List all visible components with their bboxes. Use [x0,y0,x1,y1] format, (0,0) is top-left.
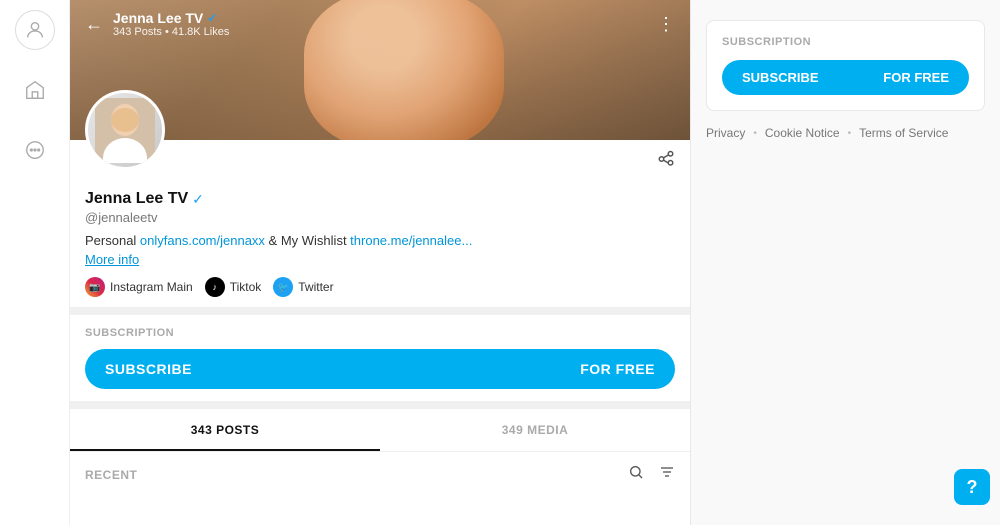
help-button[interactable]: ? [954,469,990,505]
right-subscribe-button[interactable]: SUBSCRIBE FOR FREE [722,60,969,95]
bio-link-throne[interactable]: throne.me/jennalee... [350,233,472,248]
instagram-icon: 📷 [85,277,105,297]
bio-text: Personal [85,233,140,248]
tiktok-icon: ♪ [205,277,225,297]
sidebar-icon-avatar[interactable] [15,10,55,50]
profile-bio: Personal onlyfans.com/jennaxx & My Wishl… [85,233,675,248]
right-subscribe-btn-right: FOR FREE [883,70,949,85]
profile-header-bar: ← Jenna Lee TV ✓ 343 Posts • 41.8K Likes… [70,0,690,48]
profile-name-row: Jenna Lee TV ✓ [85,190,675,208]
social-link-twitter[interactable]: 🐦 Twitter [273,277,333,297]
social-link-instagram[interactable]: 📷 Instagram Main [85,277,193,297]
right-subscription-box: SUBSCRIPTION SUBSCRIBE FOR FREE [706,20,985,111]
more-info-link[interactable]: More info [85,252,675,267]
header-name-text: Jenna Lee TV [113,10,203,26]
profile-section: ← Jenna Lee TV ✓ 343 Posts • 41.8K Likes… [70,0,690,525]
footer-cookie[interactable]: Cookie Notice [765,126,840,140]
tab-media[interactable]: 349 MEDIA [380,409,690,451]
footer-dot-1: • [753,128,757,139]
profile-username: @jennaleetv [85,210,675,225]
twitter-icon: 🐦 [273,277,293,297]
profile-info: Jenna Lee TV ✓ @jennaleetv Personal only… [70,140,690,307]
recent-actions [628,464,675,485]
footer-dot-2: • [848,128,852,139]
bio-link-onlyfans[interactable]: onlyfans.com/jennaxx [140,233,265,248]
avatar-wrap [85,90,165,170]
instagram-label: Instagram Main [110,280,193,294]
search-icon[interactable] [628,464,644,485]
header-info: Jenna Lee TV ✓ 343 Posts • 41.8K Likes [113,10,657,38]
main-content: ← Jenna Lee TV ✓ 343 Posts • 41.8K Likes… [70,0,690,525]
footer-links: Privacy • Cookie Notice • Terms of Servi… [706,126,985,140]
back-button[interactable]: ← [85,14,103,35]
sidebar [0,0,70,525]
header-stats: 343 Posts • 41.8K Likes [113,26,657,38]
tab-media-label: 349 MEDIA [502,423,569,437]
tab-posts-label: 343 POSTS [191,423,260,437]
avatar [85,90,165,170]
header-name: Jenna Lee TV ✓ [113,10,657,26]
right-subscribe-btn-left: SUBSCRIBE [742,70,819,85]
filter-icon[interactable] [659,464,675,485]
tiktok-label: Tiktok [230,280,262,294]
footer-privacy[interactable]: Privacy [706,126,745,140]
subscription-label: SUBSCRIPTION [85,327,675,339]
verified-icon: ✓ [192,191,204,208]
header-verified-icon: ✓ [207,11,217,25]
subscription-section: SUBSCRIPTION SUBSCRIBE FOR FREE [70,307,690,401]
sidebar-icon-home[interactable] [15,70,55,110]
profile-name: Jenna Lee TV [85,190,188,208]
tab-posts[interactable]: 343 POSTS [70,409,380,451]
social-links: 📷 Instagram Main ♪ Tiktok 🐦 Twitter [85,277,675,297]
sidebar-icon-messages[interactable] [15,130,55,170]
bio-sep: & My Wishlist [265,233,350,248]
header-more-button[interactable]: ⋮ [657,14,675,35]
right-sidebar: SUBSCRIPTION SUBSCRIBE FOR FREE Privacy … [690,0,1000,525]
share-button[interactable] [657,150,675,173]
subscribe-btn-left: SUBSCRIBE [105,361,192,377]
tabs-section: 343 POSTS 349 MEDIA [70,401,690,452]
footer-tos[interactable]: Terms of Service [859,126,948,140]
subscribe-btn-right: FOR FREE [580,361,655,377]
right-sub-label: SUBSCRIPTION [722,36,969,48]
twitter-label: Twitter [298,280,333,294]
subscribe-button[interactable]: SUBSCRIBE FOR FREE [85,349,675,389]
social-link-tiktok[interactable]: ♪ Tiktok [205,277,262,297]
recent-bar: RECENT [70,452,690,497]
recent-label: RECENT [85,468,137,482]
